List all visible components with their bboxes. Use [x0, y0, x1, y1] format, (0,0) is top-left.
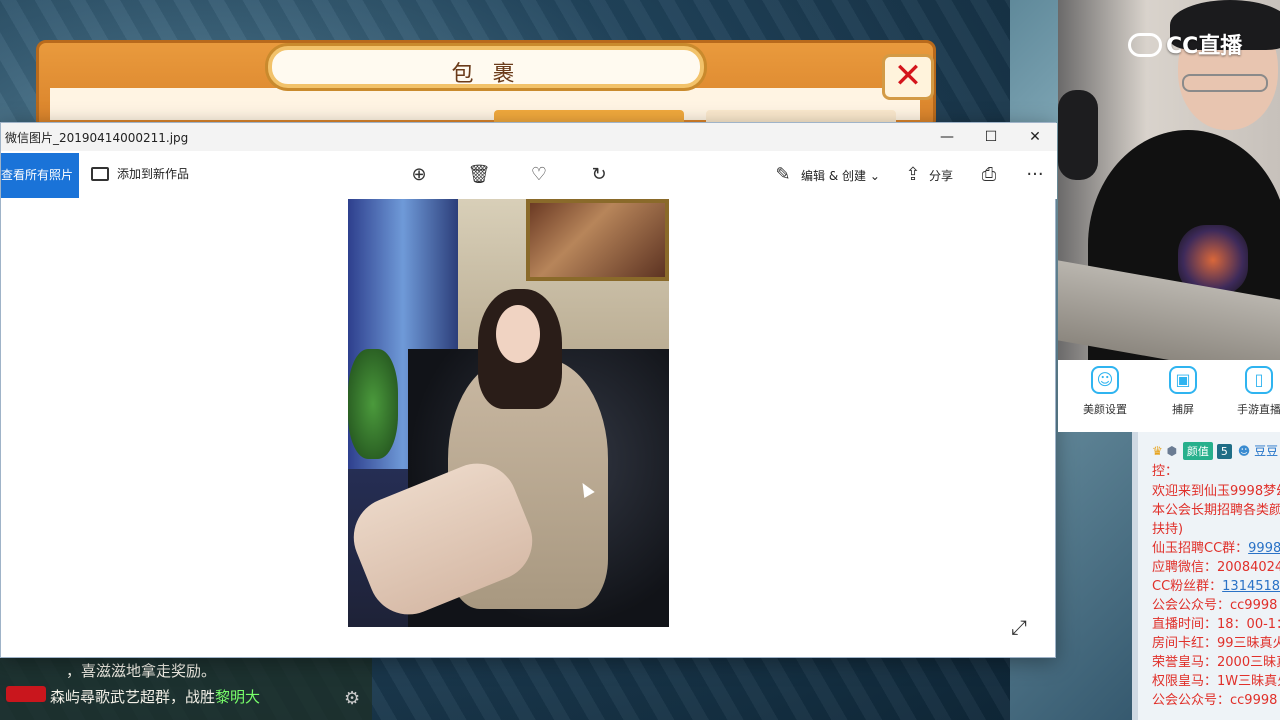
chat-line: 本公会长期招聘各类颜值 — [1152, 503, 1280, 518]
favorite-icon[interactable]: ♡ — [527, 163, 551, 187]
chat-line: 扶持) — [1152, 522, 1184, 537]
mobile-live-button[interactable]: ▯ 手游直播 — [1224, 366, 1280, 417]
live-chat-panel: ♛ ⬢ 颜值5 ☻ 豆豆 控： 欢迎来到仙玉9998梦幻 本公会长期招聘各类颜值… — [1132, 432, 1280, 720]
photo-person-face — [496, 305, 540, 363]
game-bag-tab[interactable] — [494, 110, 684, 122]
streamer-glasses — [1182, 74, 1268, 92]
photo-plant-region — [348, 349, 398, 459]
fan-icon: ♛ — [1152, 444, 1163, 458]
shield-icon: ⬢ — [1166, 444, 1178, 458]
toolbar: 查看所有照片 添加到新作品 ⊕ 🗑 ♡ ↻ ✎ 编辑 & 创建 ⌄ ⇪ 分享 ⎙… — [1, 151, 1057, 199]
chat-group-link[interactable]: 1314518 — [1222, 579, 1280, 594]
tool-label: 手游直播 — [1237, 403, 1280, 416]
chat-line: 应聘微信：20084024 — [1152, 560, 1280, 575]
edit-create-icon[interactable]: ✎ — [771, 163, 795, 187]
delete-icon[interactable]: 🗑 — [467, 163, 491, 187]
zoom-icon[interactable]: ⊕ — [407, 163, 431, 187]
print-icon[interactable]: ⎙ — [977, 163, 1001, 187]
beauty-settings-button[interactable]: ☺ 美颜设置 — [1070, 366, 1140, 417]
add-to-work-icon — [91, 167, 109, 181]
microphone-shape — [1058, 90, 1098, 180]
chat-line: 欢迎来到仙玉9998梦幻 — [1152, 484, 1280, 499]
chat-line-text: CC粉丝群： — [1152, 579, 1223, 594]
chat-line: CC粉丝群：1314518 — [1152, 577, 1280, 596]
rotate-icon[interactable]: ↻ — [587, 163, 611, 187]
screen-capture-button[interactable]: ▣ 捕屏 — [1148, 366, 1218, 417]
chevron-down-icon: ⌄ — [869, 169, 880, 183]
close-button[interactable]: ✕ — [1013, 123, 1057, 151]
game-bag-close-button[interactable]: ✕ — [882, 54, 934, 100]
chat-line-text: 仙玉招聘CC群： — [1152, 541, 1249, 556]
edit-create-button[interactable]: 编辑 & 创建 ⌄ — [801, 167, 880, 184]
game-chat-line: 森屿尋歌武艺超群，战胜黎明大 — [6, 686, 260, 707]
edit-create-label: 编辑 & 创建 — [801, 169, 866, 183]
displayed-photo[interactable] — [348, 199, 669, 627]
title-bar: 微信图片_20190414000211.jpg — ☐ ✕ — [1, 123, 1057, 151]
fullscreen-expand-icon[interactable]: ⤢ — [1011, 615, 1027, 639]
gear-icon[interactable]: ⚙ — [344, 688, 360, 709]
level-badge: 5 — [1216, 444, 1232, 459]
chat-line: 房间卡红：99三昧真火 — [1152, 636, 1280, 651]
share-button[interactable]: 分享 — [929, 167, 953, 184]
phone-icon: ▯ — [1245, 366, 1273, 394]
capture-icon: ▣ — [1169, 366, 1197, 394]
chat-group-link[interactable]: 9998 — [1248, 541, 1280, 556]
tool-label: 美颜设置 — [1083, 403, 1127, 416]
chat-line: 公会公众号：cc9998 — [1152, 598, 1278, 613]
photo-viewer-window: 微信图片_20190414000211.jpg — ☐ ✕ 查看所有照片 添加到… — [0, 122, 1057, 658]
game-bag-title-plate: 包 裹 — [268, 46, 704, 88]
game-chat-text: ，喜滋滋地拿走奖励。 — [66, 662, 217, 680]
game-bag-tab[interactable] — [706, 110, 896, 122]
game-chat-text: 森屿尋歌武艺超群，战胜 — [50, 688, 216, 706]
minimize-button[interactable]: — — [925, 123, 969, 151]
stream-tool-strip: ☺ 美颜设置 ▣ 捕屏 ▯ 手游直播 — [1058, 360, 1280, 432]
game-bag-title: 包 裹 — [451, 62, 521, 87]
maximize-button[interactable]: ☐ — [969, 123, 1013, 151]
chat-line: 荣誉皇马：2000三昧真 — [1152, 655, 1280, 670]
game-chat-line: ，喜滋滋地拿走奖励。 — [6, 660, 216, 681]
cc-live-logo: CC直播 — [1128, 28, 1242, 60]
chat-line: 直播时间：18：00-1： — [1152, 617, 1280, 632]
chat-header-line: ♛ ⬢ 颜值 5 ☻ 豆豆 — [1152, 442, 1278, 460]
more-options-icon[interactable]: ··· — [1023, 163, 1047, 187]
chat-line: 公会公众号：cc9998 — [1152, 693, 1278, 708]
tool-label: 捕屏 — [1172, 403, 1194, 416]
face-icon: ☺ — [1091, 366, 1119, 394]
cc-cloud-icon — [1128, 33, 1162, 57]
add-to-work-label: 添加到新作品 — [117, 167, 190, 181]
chat-line: 仙玉招聘CC群：9998 — [1152, 539, 1280, 558]
screen: 包 裹 ✕ ，喜滋滋地拿走奖励。 森屿尋歌武艺超群，战胜黎明大 ⚙ 微信图片_2… — [0, 0, 1280, 720]
window-title: 微信图片_20190414000211.jpg — [5, 131, 189, 145]
share-icon[interactable]: ⇪ — [901, 163, 925, 187]
emoji-icon: ☻ — [1237, 444, 1251, 458]
fan-badge: 颜值 — [1182, 442, 1213, 460]
cc-logo-text: CC直播 — [1166, 34, 1243, 59]
chat-line: 控： — [1152, 464, 1179, 479]
photo-painting-region — [526, 199, 669, 281]
add-to-new-work-button[interactable]: 添加到新作品 — [91, 165, 189, 182]
game-chat-box: ，喜滋滋地拿走奖励。 森屿尋歌武艺超群，战胜黎明大 ⚙ — [0, 658, 372, 720]
game-chat-tag — [6, 686, 46, 702]
see-all-photos-button[interactable]: 查看所有照片 — [1, 153, 79, 198]
chat-line: 权限皇马：1W三昧真火 — [1152, 674, 1280, 689]
chat-user-link[interactable]: 豆豆 — [1254, 444, 1278, 458]
game-chat-player-name: 黎明大 — [215, 688, 261, 706]
